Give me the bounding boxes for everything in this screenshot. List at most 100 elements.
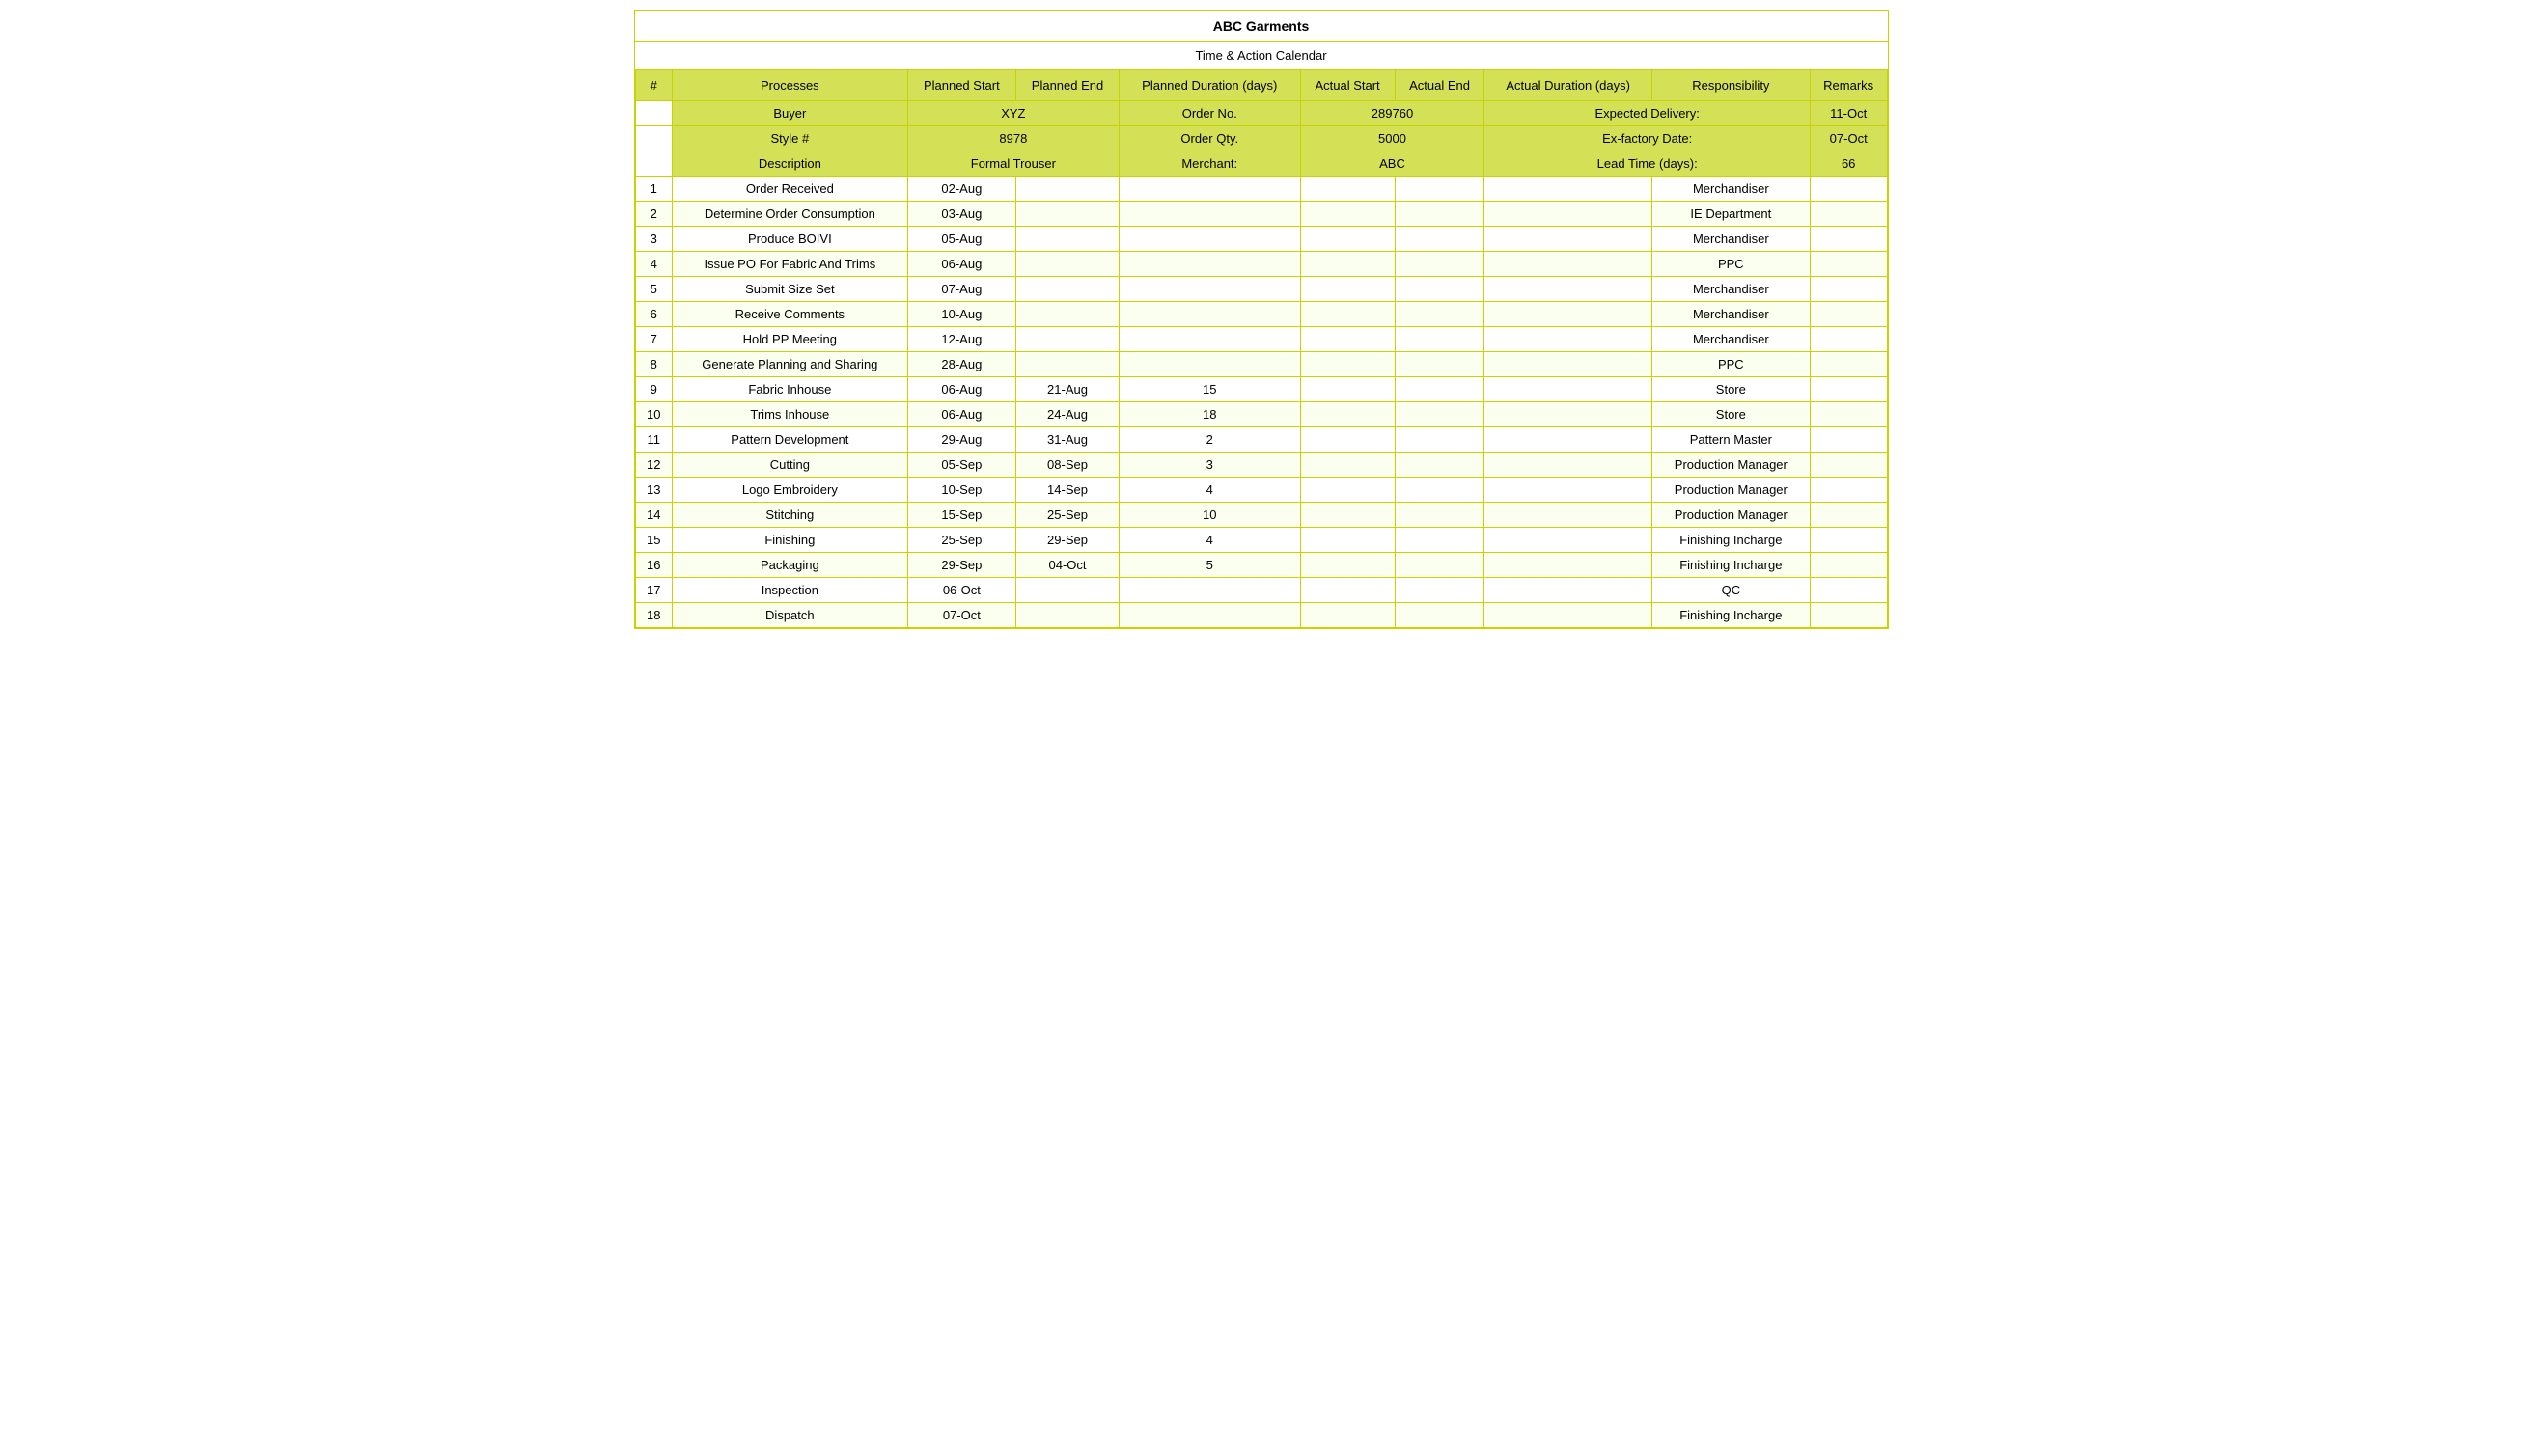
row-actual-start: [1300, 503, 1395, 528]
row-planned-end: [1016, 252, 1120, 277]
row-remarks: [1810, 402, 1887, 427]
table-row: 12Cutting05-Sep08-Sep3Production Manager: [635, 453, 1887, 478]
style-label: Style #: [673, 126, 908, 151]
row-actual-end: [1395, 202, 1484, 227]
row-process: Packaging: [673, 553, 908, 578]
row-responsibility: QC: [1651, 578, 1810, 603]
row-num: 1: [635, 177, 673, 202]
page-subtitle: Time & Action Calendar: [635, 42, 1888, 69]
row-num: 18: [635, 603, 673, 628]
row-num: 10: [635, 402, 673, 427]
row-responsibility: Store: [1651, 402, 1810, 427]
row-responsibility: Pattern Master: [1651, 427, 1810, 453]
leadtime-value: 66: [1810, 151, 1887, 177]
row-actual-end: [1395, 427, 1484, 453]
row-planned-duration: [1120, 302, 1300, 327]
row-actual-duration: [1484, 377, 1651, 402]
row-actual-start: [1300, 553, 1395, 578]
row-process: Inspection: [673, 578, 908, 603]
row-actual-end: [1395, 553, 1484, 578]
description-value: Formal Trouser: [907, 151, 1119, 177]
row-actual-duration: [1484, 427, 1651, 453]
row-planned-start: 06-Aug: [907, 402, 1015, 427]
expected-delivery-value: 11-Oct: [1810, 101, 1887, 126]
row-process: Generate Planning and Sharing: [673, 352, 908, 377]
table-row: 2Determine Order Consumption03-AugIE Dep…: [635, 202, 1887, 227]
corner-empty-2: [635, 126, 673, 151]
row-planned-end: 08-Sep: [1016, 453, 1120, 478]
table-row: 16Packaging29-Sep04-Oct5Finishing Inchar…: [635, 553, 1887, 578]
row-remarks: [1810, 352, 1887, 377]
col-planned-start: Planned Start: [907, 70, 1015, 101]
col-planned-duration: Planned Duration (days): [1120, 70, 1300, 101]
row-num: 12: [635, 453, 673, 478]
buyer-label: Buyer: [673, 101, 908, 126]
row-process: Trims Inhouse: [673, 402, 908, 427]
row-planned-duration: 3: [1120, 453, 1300, 478]
row-actual-end: [1395, 302, 1484, 327]
buyer-value: XYZ: [907, 101, 1119, 126]
row-planned-duration: [1120, 227, 1300, 252]
order-no-label: Order No.: [1120, 101, 1300, 126]
row-num: 17: [635, 578, 673, 603]
row-planned-end: [1016, 327, 1120, 352]
info-row-2: Style # 8978 Order Qty. 5000 Ex-factory …: [635, 126, 1887, 151]
row-planned-end: [1016, 603, 1120, 628]
row-actual-start: [1300, 202, 1395, 227]
row-actual-start: [1300, 327, 1395, 352]
row-actual-duration: [1484, 453, 1651, 478]
row-planned-duration: 5: [1120, 553, 1300, 578]
row-actual-duration: [1484, 478, 1651, 503]
row-process: Finishing: [673, 528, 908, 553]
row-planned-duration: [1120, 352, 1300, 377]
row-actual-start: [1300, 402, 1395, 427]
corner-empty-3: [635, 151, 673, 177]
row-actual-start: [1300, 277, 1395, 302]
row-planned-end: 25-Sep: [1016, 503, 1120, 528]
row-planned-end: 24-Aug: [1016, 402, 1120, 427]
row-actual-start: [1300, 352, 1395, 377]
row-responsibility: PPC: [1651, 252, 1810, 277]
row-planned-duration: [1120, 177, 1300, 202]
row-planned-start: 25-Sep: [907, 528, 1015, 553]
row-actual-duration: [1484, 302, 1651, 327]
table-row: 11Pattern Development29-Aug31-Aug2Patter…: [635, 427, 1887, 453]
row-remarks: [1810, 377, 1887, 402]
row-planned-end: 29-Sep: [1016, 528, 1120, 553]
row-actual-end: [1395, 277, 1484, 302]
row-remarks: [1810, 202, 1887, 227]
row-responsibility: Production Manager: [1651, 478, 1810, 503]
row-remarks: [1810, 227, 1887, 252]
info-section: Buyer XYZ Order No. 289760 Expected Deli…: [635, 101, 1887, 177]
row-actual-end: [1395, 578, 1484, 603]
row-remarks: [1810, 603, 1887, 628]
row-actual-start: [1300, 478, 1395, 503]
row-actual-duration: [1484, 352, 1651, 377]
row-planned-duration: 18: [1120, 402, 1300, 427]
row-remarks: [1810, 528, 1887, 553]
row-responsibility: PPC: [1651, 352, 1810, 377]
style-value: 8978: [907, 126, 1119, 151]
row-process: Pattern Development: [673, 427, 908, 453]
row-actual-duration: [1484, 227, 1651, 252]
order-qty-label: Order Qty.: [1120, 126, 1300, 151]
table-row: 7Hold PP Meeting12-AugMerchandiser: [635, 327, 1887, 352]
row-actual-duration: [1484, 578, 1651, 603]
row-responsibility: Finishing Incharge: [1651, 528, 1810, 553]
row-planned-start: 05-Sep: [907, 453, 1015, 478]
row-planned-end: [1016, 177, 1120, 202]
row-actual-start: [1300, 427, 1395, 453]
row-process: Produce BOIVI: [673, 227, 908, 252]
row-responsibility: IE Department: [1651, 202, 1810, 227]
row-actual-duration: [1484, 252, 1651, 277]
info-row-1: Buyer XYZ Order No. 289760 Expected Deli…: [635, 101, 1887, 126]
row-planned-start: 29-Sep: [907, 553, 1015, 578]
merchant-label: Merchant:: [1120, 151, 1300, 177]
col-planned-end: Planned End: [1016, 70, 1120, 101]
leadtime-label: Lead Time (days):: [1484, 151, 1810, 177]
row-actual-start: [1300, 252, 1395, 277]
table-row: 10Trims Inhouse06-Aug24-Aug18 Store: [635, 402, 1887, 427]
row-planned-duration: 4: [1120, 528, 1300, 553]
row-num: 14: [635, 503, 673, 528]
row-planned-end: [1016, 302, 1120, 327]
